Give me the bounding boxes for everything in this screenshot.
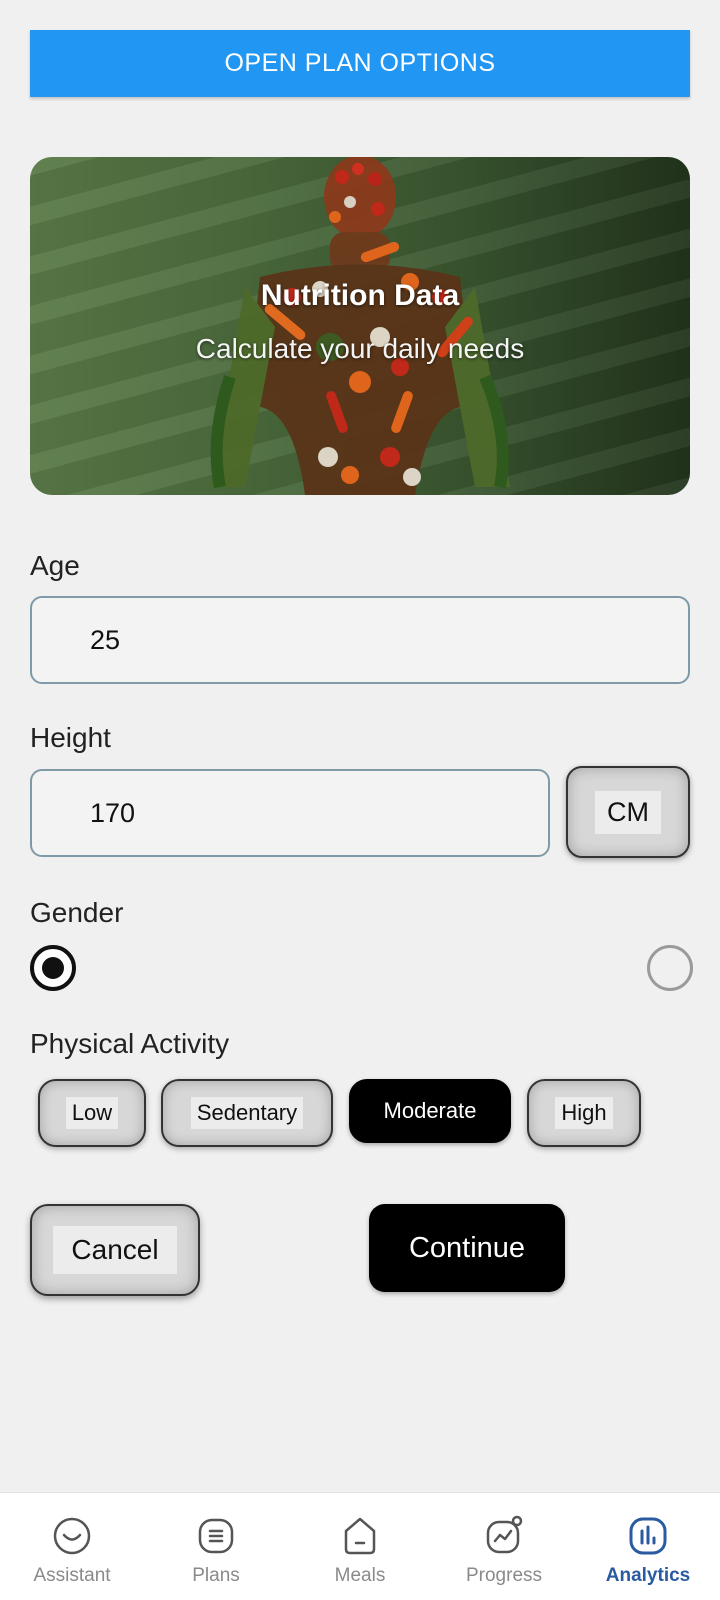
bottom-navigation: Assistant Plans Meals Progress Analytics [0,1492,720,1600]
nav-label-plans: Plans [192,1565,240,1586]
nav-item-plans[interactable]: Plans [144,1493,288,1600]
nav-item-assistant[interactable]: Assistant [0,1493,144,1600]
nav-item-progress[interactable]: Progress [432,1493,576,1600]
height-unit-button[interactable]: CM [566,766,690,858]
activity-chip-label: Moderate [383,1098,477,1123]
continue-button[interactable]: Continue [369,1204,565,1292]
gender-label: Gender [30,897,124,928]
vegetable-body-illustration [210,157,510,495]
cancel-button[interactable]: Cancel [30,1204,200,1296]
age-value: 25 [90,624,121,655]
height-label: Height [30,722,111,753]
activity-chip-sedentary[interactable]: Sedentary [161,1079,333,1147]
nav-label-progress: Progress [465,1565,543,1586]
height-value: 170 [90,797,136,828]
height-input[interactable]: 170 [30,769,550,857]
nav-label-assistant: Assistant [33,1565,111,1586]
gender-radio-option-1[interactable] [30,945,76,991]
activity-chip-label: Low [65,1097,119,1129]
gender-radio-option-2[interactable] [647,945,693,991]
cancel-label: Cancel [53,1226,177,1274]
plans-icon [198,1518,234,1554]
open-plan-options-button[interactable]: OPEN PLAN OPTIONS [30,30,690,97]
analytics-icon [629,1517,667,1555]
activity-chip-low[interactable]: Low [38,1079,146,1147]
nav-item-meals[interactable]: Meals [288,1493,432,1600]
age-input[interactable]: 25 [30,596,690,684]
activity-chip-high[interactable]: High [527,1079,641,1147]
hero-title: Nutrition Data [260,279,460,312]
physical-activity-label: Physical Activity [30,1028,230,1059]
assistant-icon [53,1517,91,1555]
activity-chip-label: High [555,1097,613,1129]
nutrition-hero-banner: Nutrition Data Calculate your daily need… [30,157,690,495]
progress-icon [486,1515,523,1554]
activity-chip-moderate[interactable]: Moderate [349,1079,511,1143]
height-unit-label: CM [595,790,661,834]
hero-subtitle: Calculate your daily needs [195,333,525,364]
meals-icon [344,1517,376,1555]
activity-chip-label: Sedentary [190,1097,304,1129]
nav-label-meals: Meals [334,1565,386,1586]
nav-label-analytics: Analytics [605,1565,691,1586]
nav-item-analytics[interactable]: Analytics [576,1493,720,1600]
age-label: Age [30,550,80,581]
